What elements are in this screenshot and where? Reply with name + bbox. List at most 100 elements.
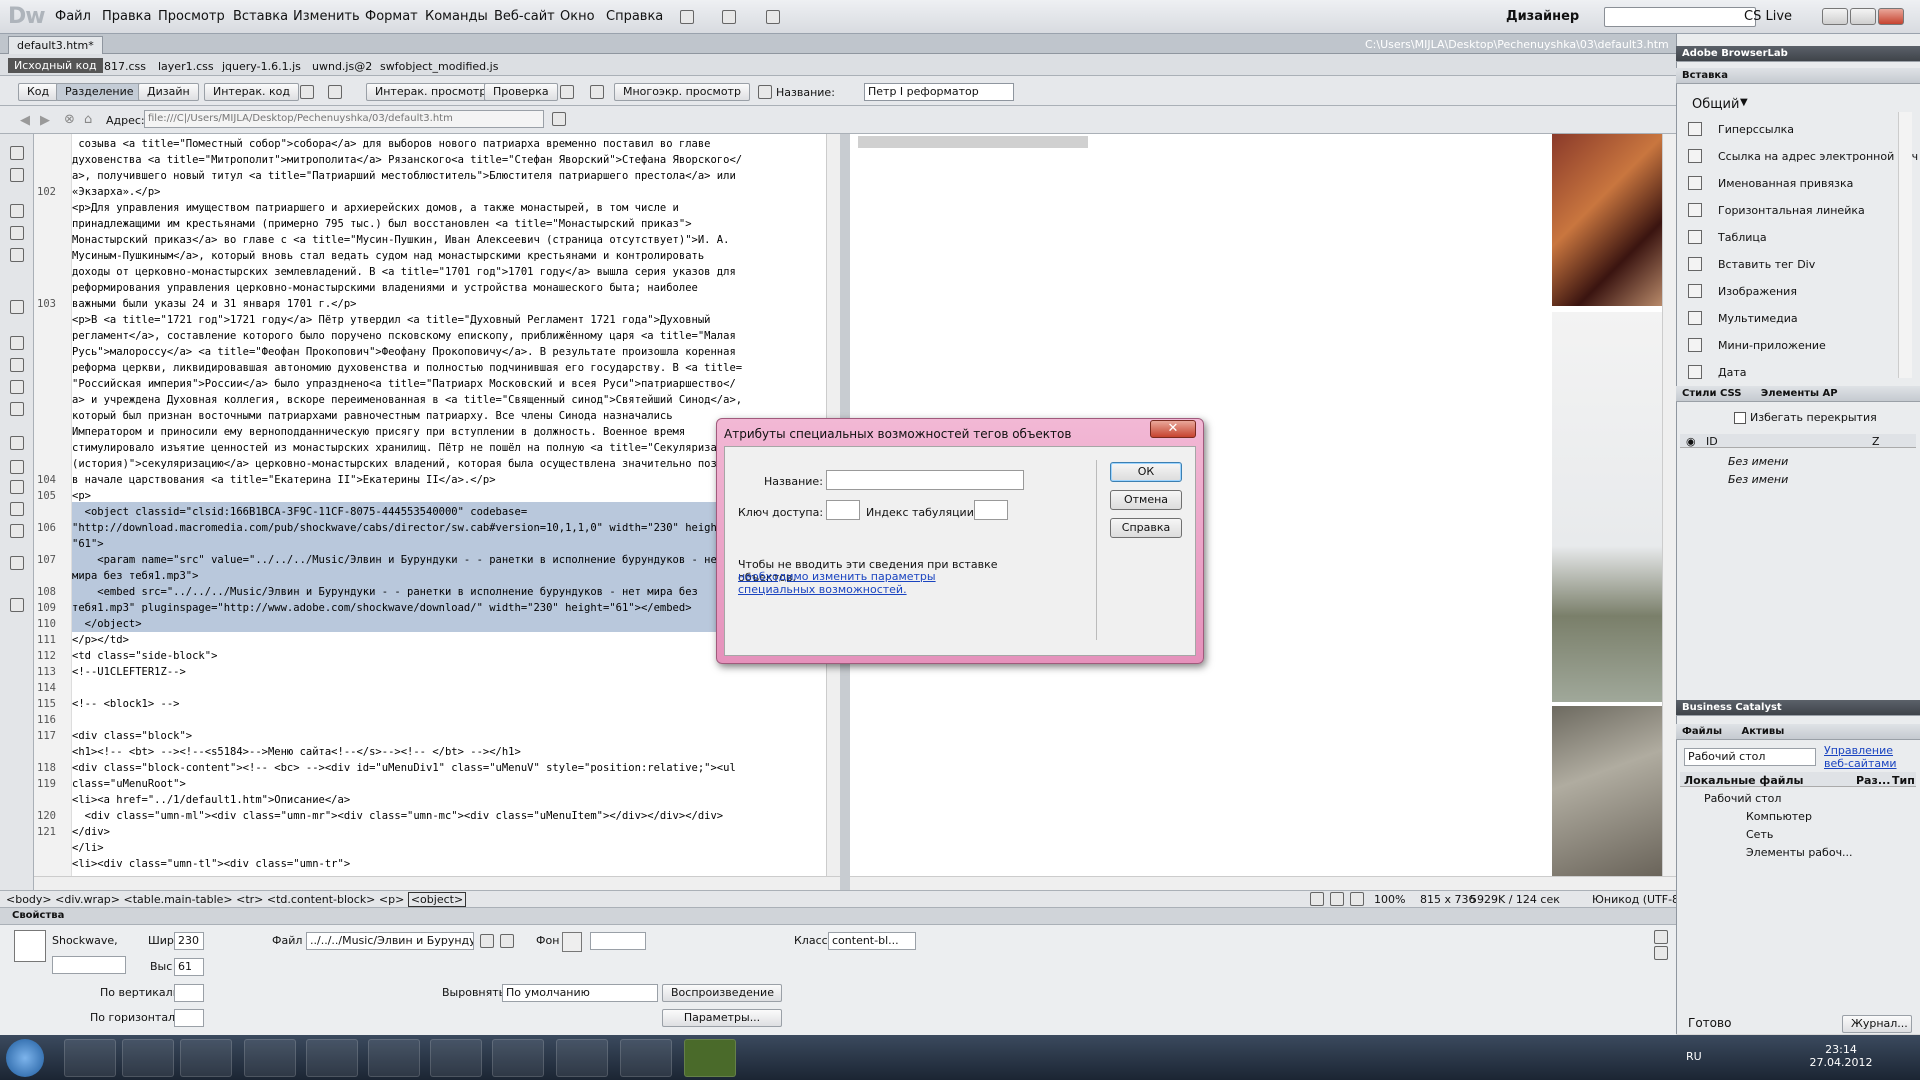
insert-item[interactable]: Дата [1718, 366, 1746, 379]
menu-window[interactable]: Окно [560, 9, 595, 24]
live-code-button[interactable]: Интерак. код [204, 83, 299, 101]
validate-icon[interactable] [10, 598, 24, 612]
insert-panel-header[interactable]: Вставка [1676, 68, 1920, 84]
media-player-icon[interactable] [180, 1039, 232, 1077]
related-file[interactable]: layer1.css [158, 60, 214, 73]
design-scrollbar[interactable] [1662, 134, 1676, 876]
help-button[interactable]: Справка [1110, 518, 1182, 538]
menu-format[interactable]: Формат [365, 9, 418, 24]
site-icon[interactable] [766, 10, 780, 24]
options-icon[interactable] [552, 112, 566, 126]
code-horizontal-scrollbar[interactable] [34, 876, 840, 890]
site-select[interactable]: Рабочий стол [1684, 748, 1816, 766]
related-file[interactable]: swfobject_modified.js [380, 60, 498, 73]
collapse-icon[interactable] [10, 168, 24, 182]
format-source-icon[interactable] [10, 556, 24, 570]
parameters-button[interactable]: Параметры... [662, 1009, 782, 1027]
business-catalyst-header[interactable]: Business Catalyst [1676, 700, 1920, 716]
maximize-button[interactable] [1850, 8, 1876, 25]
browserlab-header[interactable]: Adobe BrowserLab [1676, 46, 1920, 62]
language-indicator[interactable]: RU [1686, 1050, 1702, 1063]
preview-icon[interactable] [590, 85, 604, 99]
align-select[interactable]: По умолчанию [502, 984, 658, 1002]
related-source-code[interactable]: Исходный код [8, 58, 103, 73]
tag-p[interactable]: <p> [379, 893, 404, 906]
preferences-link[interactable]: необходимо изменить параметры специальны… [738, 570, 1008, 596]
app-icon[interactable] [306, 1039, 358, 1077]
document-tab[interactable]: default3.htm* [8, 36, 103, 54]
hand-tool-icon[interactable] [1330, 892, 1344, 906]
tab-files[interactable]: Файлы [1682, 726, 1722, 737]
workspace-switcher[interactable]: Дизайнер [1506, 9, 1579, 24]
log-button[interactable]: Журнал... [1842, 1015, 1912, 1033]
menu-help[interactable]: Справка [606, 9, 663, 24]
recent-snippets-icon[interactable] [10, 460, 24, 474]
insert-scrollbar[interactable] [1898, 112, 1912, 378]
home-icon[interactable]: ⌂ [84, 112, 92, 127]
browser-icon[interactable] [556, 1039, 608, 1077]
syntax-error-icon[interactable] [10, 358, 24, 372]
object-name-input[interactable] [52, 956, 126, 974]
select-tool-icon[interactable] [1310, 892, 1324, 906]
explorer-icon[interactable] [244, 1039, 296, 1077]
window-size[interactable]: 815 x 736 [1420, 893, 1476, 906]
toggle-icon[interactable] [328, 85, 342, 99]
tag-table[interactable]: <table.main-table> [124, 893, 233, 906]
menu-view[interactable]: Просмотр [158, 9, 225, 24]
close-button[interactable] [1878, 8, 1904, 25]
debug-icon[interactable] [560, 85, 574, 99]
bg-color-input[interactable] [590, 932, 646, 950]
tree-computer[interactable]: Компьютер [1746, 810, 1812, 823]
multiscreen-button[interactable]: Многоэкр. просмотр [614, 83, 750, 101]
cs-live-button[interactable]: CS Live [1744, 9, 1792, 24]
quick-tag-icon[interactable] [1654, 946, 1668, 960]
inspect-button[interactable]: Проверка [484, 83, 558, 101]
insert-item[interactable]: Именованная привязка [1718, 177, 1853, 190]
tag-td[interactable]: <td.content-block> [267, 893, 376, 906]
indent-icon[interactable] [10, 502, 24, 516]
tree-desktop[interactable]: Рабочий стол [1704, 792, 1781, 805]
ap-row[interactable]: Без имени [1728, 473, 1788, 486]
point-to-file-icon[interactable] [480, 934, 494, 948]
stop-icon[interactable]: ⊗ [64, 112, 75, 127]
insert-category-select[interactable]: Общий [1692, 97, 1739, 112]
title-input[interactable]: Петр I реформатор [864, 83, 1014, 101]
browse-folder-icon[interactable] [500, 934, 514, 948]
address-input[interactable]: file:///C|/Users/MIJLA/Desktop/Pechenuys… [144, 110, 544, 128]
tab-css-styles[interactable]: Стили CSS [1682, 388, 1741, 399]
menu-modify[interactable]: Изменить [293, 9, 360, 24]
tag-body[interactable]: <body> [6, 893, 52, 906]
dialog-close-icon[interactable]: ✕ [1150, 420, 1196, 438]
class-select[interactable]: content-bl... [828, 932, 916, 950]
width-input[interactable]: 230 [174, 932, 204, 950]
hspace-input[interactable] [174, 1009, 204, 1027]
manage-sites-link-2[interactable]: веб-сайтами [1824, 757, 1897, 770]
height-input[interactable]: 61 [174, 958, 204, 976]
open-doc-icon[interactable] [10, 146, 24, 160]
tag-div-wrap[interactable]: <div.wrap> [55, 893, 120, 906]
extend-icon[interactable] [722, 10, 736, 24]
help-icon[interactable] [1654, 930, 1668, 944]
minimize-button[interactable] [1822, 8, 1848, 25]
related-file[interactable]: 817.css [104, 60, 146, 73]
live-view-button[interactable]: Интерак. просмотр [366, 83, 496, 101]
start-button[interactable] [6, 1039, 44, 1077]
remove-comment-icon[interactable] [10, 402, 24, 416]
word-icon[interactable] [122, 1039, 174, 1077]
tree-desktop-items[interactable]: Элементы рабоч... [1746, 846, 1853, 859]
manage-sites-link[interactable]: Управление [1824, 744, 1893, 757]
related-file[interactable]: uwnd.js@2 [312, 60, 372, 73]
tree-network[interactable]: Сеть [1746, 828, 1773, 841]
chevron-down-icon[interactable]: ▼ [1740, 97, 1748, 108]
skype-icon[interactable] [620, 1039, 672, 1077]
insert-item[interactable]: Гиперссылка [1718, 123, 1794, 136]
split-view-button[interactable]: Разделение [56, 83, 143, 101]
prevent-overlap-checkbox[interactable] [1734, 412, 1746, 424]
code-view-button[interactable]: Код [18, 83, 59, 101]
menu-file[interactable]: Файл [55, 9, 91, 24]
outdent-icon[interactable] [10, 524, 24, 538]
layout-icon[interactable] [680, 10, 694, 24]
tab-assets[interactable]: Активы [1742, 726, 1785, 737]
ie-icon[interactable] [64, 1039, 116, 1077]
insert-item[interactable]: Мультимедиа [1718, 312, 1798, 325]
